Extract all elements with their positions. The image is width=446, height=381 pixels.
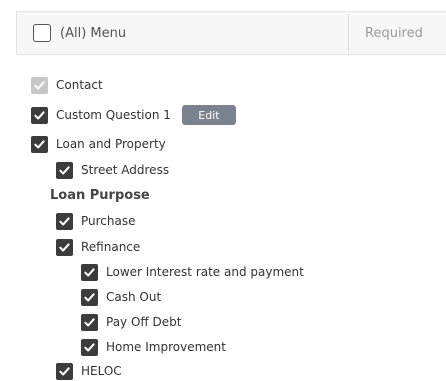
menu-tree: Contact Custom Question 1 Edit Loan and … (0, 0, 446, 381)
checkmark-icon (84, 317, 95, 326)
checkmark-icon (84, 292, 95, 301)
checkmark-icon (84, 342, 95, 351)
heloc-checkbox[interactable] (56, 362, 73, 380)
purchase-label: Purchase (81, 214, 136, 228)
refinance-checkbox[interactable] (56, 238, 73, 256)
tree-item-refinance: Refinance (56, 237, 140, 257)
checkmark-icon (84, 267, 95, 276)
home-improvement-checkbox[interactable] (81, 338, 98, 356)
checkmark-icon (59, 366, 70, 375)
pay-off-debt-checkbox[interactable] (81, 313, 98, 331)
loan-purpose-group: Loan Purpose (50, 185, 150, 205)
checkmark-icon (34, 139, 45, 148)
checkmark-icon (34, 110, 45, 119)
custom-question-1-checkbox[interactable] (31, 106, 48, 124)
pay-off-debt-label: Pay Off Debt (106, 315, 182, 329)
lower-interest-checkbox[interactable] (81, 263, 98, 281)
checkmark-icon (59, 216, 70, 225)
street-address-label: Street Address (81, 163, 170, 177)
loan-purpose-title: Loan Purpose (50, 187, 150, 203)
checkmark-icon (34, 80, 45, 89)
lower-interest-label: Lower Interest rate and payment (106, 265, 304, 279)
tree-item-cash-out: Cash Out (81, 287, 161, 307)
home-improvement-label: Home Improvement (106, 340, 226, 354)
contact-checkbox[interactable] (31, 76, 48, 94)
tree-item-lower-interest: Lower Interest rate and payment (81, 262, 304, 282)
tree-item-home-improvement: Home Improvement (81, 337, 226, 357)
tree-item-pay-off-debt: Pay Off Debt (81, 312, 181, 332)
tree-item-heloc: HELOC (56, 361, 122, 381)
street-address-checkbox[interactable] (56, 161, 73, 179)
tree-item-contact: Contact (31, 75, 103, 95)
cash-out-checkbox[interactable] (81, 288, 98, 306)
loan-and-property-label: Loan and Property (56, 137, 166, 151)
heloc-label: HELOC (81, 364, 122, 378)
purchase-checkbox[interactable] (56, 212, 73, 230)
tree-item-loan-and-property: Loan and Property (31, 134, 166, 154)
tree-item-custom-question-1: Custom Question 1 Edit (31, 105, 236, 125)
edit-button[interactable]: Edit (181, 105, 236, 125)
refinance-label: Refinance (81, 240, 141, 254)
tree-item-purchase: Purchase (56, 211, 136, 231)
tree-item-street-address: Street Address (56, 160, 169, 180)
custom-question-1-label: Custom Question 1 (56, 108, 171, 122)
contact-label: Contact (56, 78, 103, 92)
cash-out-label: Cash Out (106, 290, 162, 304)
checkmark-icon (59, 242, 70, 251)
checkmark-icon (59, 165, 70, 174)
loan-and-property-checkbox[interactable] (31, 135, 48, 153)
